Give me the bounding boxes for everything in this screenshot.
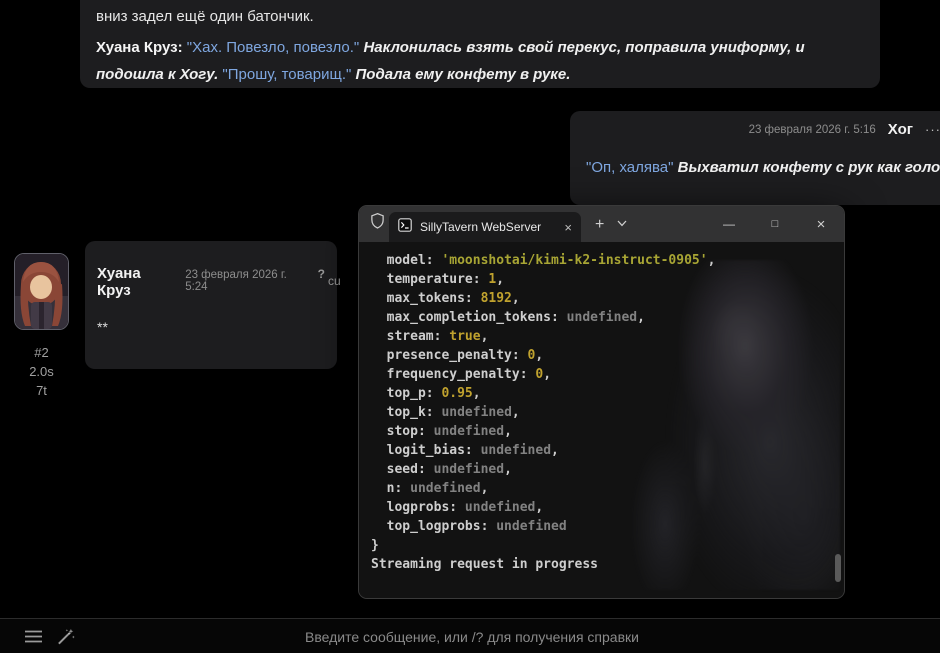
message-input[interactable] — [0, 619, 940, 653]
avatar[interactable] — [14, 253, 69, 330]
terminal-line: } — [371, 536, 832, 555]
terminal-line: logit_bias: undefined, — [371, 441, 832, 460]
terminal-line: max_tokens: 8192, — [371, 289, 832, 308]
terminal-line: max_completion_tokens: undefined, — [371, 308, 832, 327]
terminal-line: seed: undefined, — [371, 460, 832, 479]
text-span: Подала ему конфету в руке. — [356, 66, 571, 83]
message-header: 23 февраля 2026 г. 5:16 Хог ··· — [586, 121, 940, 138]
message-timestamp: 23 февраля 2026 г. 5:24 — [185, 269, 308, 293]
question-mark-icon[interactable]: ? — [318, 267, 325, 281]
scrollbar-thumb[interactable] — [835, 554, 841, 582]
tab-title: SillyTavern WebServer — [420, 220, 556, 234]
tab-close-button[interactable]: × — [564, 220, 572, 235]
options-menu-icon[interactable] — [25, 630, 42, 643]
chat-message-juana: Хуана Круз 23 февраля 2026 г. 5:24 ? ** — [85, 241, 337, 369]
text-span: "Оп, халява" — [586, 159, 673, 176]
text-span: "Хах. Повезло, повезло." — [187, 39, 360, 56]
new-tab-button[interactable]: + — [595, 216, 604, 234]
message-options-icon[interactable]: ··· — [925, 122, 940, 137]
terminal-line: presence_penalty: 0, — [371, 346, 832, 365]
shield-icon — [370, 212, 385, 234]
message-text: Хуана Круз: "Хах. Повезло, повезло." Нак… — [96, 34, 864, 88]
window-controls: — □ × — [706, 206, 844, 242]
maximize-button[interactable]: □ — [752, 206, 798, 242]
token-count: 7t — [14, 381, 69, 400]
avatar-column: #2 2.0s 7t — [14, 253, 69, 400]
terminal-line: stream: true, — [371, 327, 832, 346]
text-span: Выхватил конфету с рук как голодн — [678, 159, 940, 176]
command-prompt-icon — [398, 218, 412, 237]
message-header: Хуана Круз 23 февраля 2026 г. 5:24 ? — [97, 265, 325, 299]
message-text: ** — [97, 319, 325, 335]
terminal-line: top_p: 0.95, — [371, 384, 832, 403]
terminal-content[interactable]: model: 'moonshotai/kimi-k2-instruct-0905… — [359, 242, 844, 598]
close-button[interactable]: × — [798, 206, 844, 242]
terminal-line: Streaming request in progress — [371, 555, 832, 574]
chat-message-previous: вниз задел ещё один батончик. Хуана Круз… — [80, 0, 880, 88]
terminal-line: temperature: 1, — [371, 270, 832, 289]
message-timestamp: 23 февраля 2026 г. 5:16 — [749, 124, 876, 136]
magic-wand-icon[interactable] — [57, 628, 75, 645]
terminal-line: stop: undefined, — [371, 422, 832, 441]
terminal-scrollbar[interactable] — [833, 242, 842, 598]
minimize-button[interactable]: — — [706, 206, 752, 242]
terminal-line: top_k: undefined, — [371, 403, 832, 422]
terminal-line: logprobs: undefined, — [371, 498, 832, 517]
character-name: Хуана Круз — [97, 265, 176, 299]
message-input-bar — [0, 618, 940, 653]
terminal-tab[interactable]: SillyTavern WebServer × — [389, 212, 581, 242]
terminal-window: SillyTavern WebServer × + — □ × model: '… — [358, 205, 845, 599]
swipe-counter: #2 — [14, 343, 69, 362]
app-root: вниз задел ещё один батончик. Хуана Круз… — [0, 0, 940, 653]
tab-dropdown-button[interactable] — [617, 214, 627, 232]
clipped-text: cu — [328, 274, 341, 288]
terminal-titlebar[interactable]: SillyTavern WebServer × + — □ × — [359, 206, 844, 242]
terminal-line: n: undefined, — [371, 479, 832, 498]
text-span: "Прошу, товарищ." — [222, 66, 351, 83]
terminal-line: top_logprobs: undefined — [371, 517, 832, 536]
chat-message-hog: 23 февраля 2026 г. 5:16 Хог ··· "Оп, хал… — [570, 111, 940, 205]
generation-time: 2.0s — [14, 362, 69, 381]
message-text: вниз задел ещё один батончик. — [96, 6, 864, 28]
terminal-output: model: 'moonshotai/kimi-k2-instruct-0905… — [359, 242, 844, 583]
terminal-line: model: 'moonshotai/kimi-k2-instruct-0905… — [371, 251, 832, 270]
text-span: Хуана Круз: — [96, 39, 183, 56]
message-text: "Оп, халява" Выхватил конфету с рук как … — [586, 154, 940, 181]
avatar-art — [15, 254, 68, 329]
character-name: Хог — [888, 121, 913, 138]
terminal-line: frequency_penalty: 0, — [371, 365, 832, 384]
